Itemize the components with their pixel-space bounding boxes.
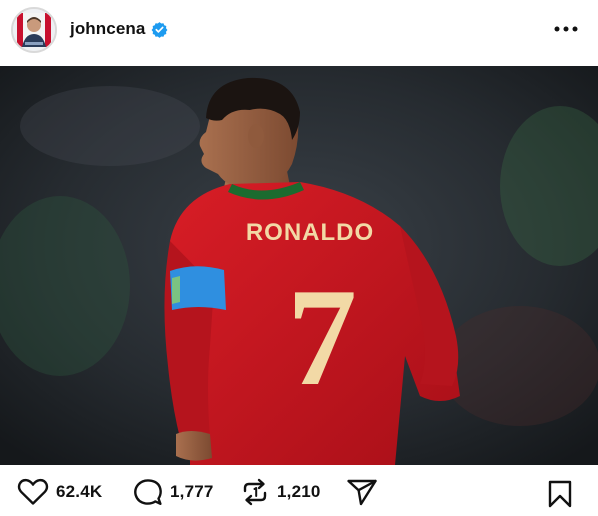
- verified-badge-icon: [151, 21, 168, 38]
- more-horizontal-icon: [554, 26, 578, 32]
- repost-icon: [243, 478, 267, 506]
- send-icon: [347, 479, 377, 506]
- username-row: johncena: [70, 17, 168, 41]
- heart-icon: [17, 478, 49, 505]
- comment-count: 1,777: [170, 482, 214, 501]
- more-options-button[interactable]: [550, 18, 584, 40]
- post-header: johncena: [0, 0, 598, 62]
- share-button[interactable]: [346, 478, 378, 506]
- comment-button[interactable]: 1,777: [133, 478, 214, 506]
- like-button[interactable]: 62.4K: [17, 478, 102, 506]
- jersey-number: 7: [287, 260, 357, 415]
- jersey-name: RONALDO: [246, 219, 374, 246]
- bookmark-icon: [548, 480, 572, 508]
- post-image[interactable]: RONALDO 7: [0, 66, 598, 465]
- username[interactable]: johncena: [70, 19, 145, 39]
- post-card: johncena RONALDO 7 62.4K 1,777 1,210: [0, 0, 598, 516]
- repost-count: 1,210: [277, 482, 321, 501]
- repost-button[interactable]: 1,210: [240, 478, 321, 506]
- save-button[interactable]: [546, 480, 574, 508]
- like-count: 62.4K: [56, 482, 103, 501]
- comment-icon: [134, 479, 162, 505]
- avatar[interactable]: [11, 7, 57, 53]
- action-bar: 62.4K 1,777 1,210: [0, 466, 598, 516]
